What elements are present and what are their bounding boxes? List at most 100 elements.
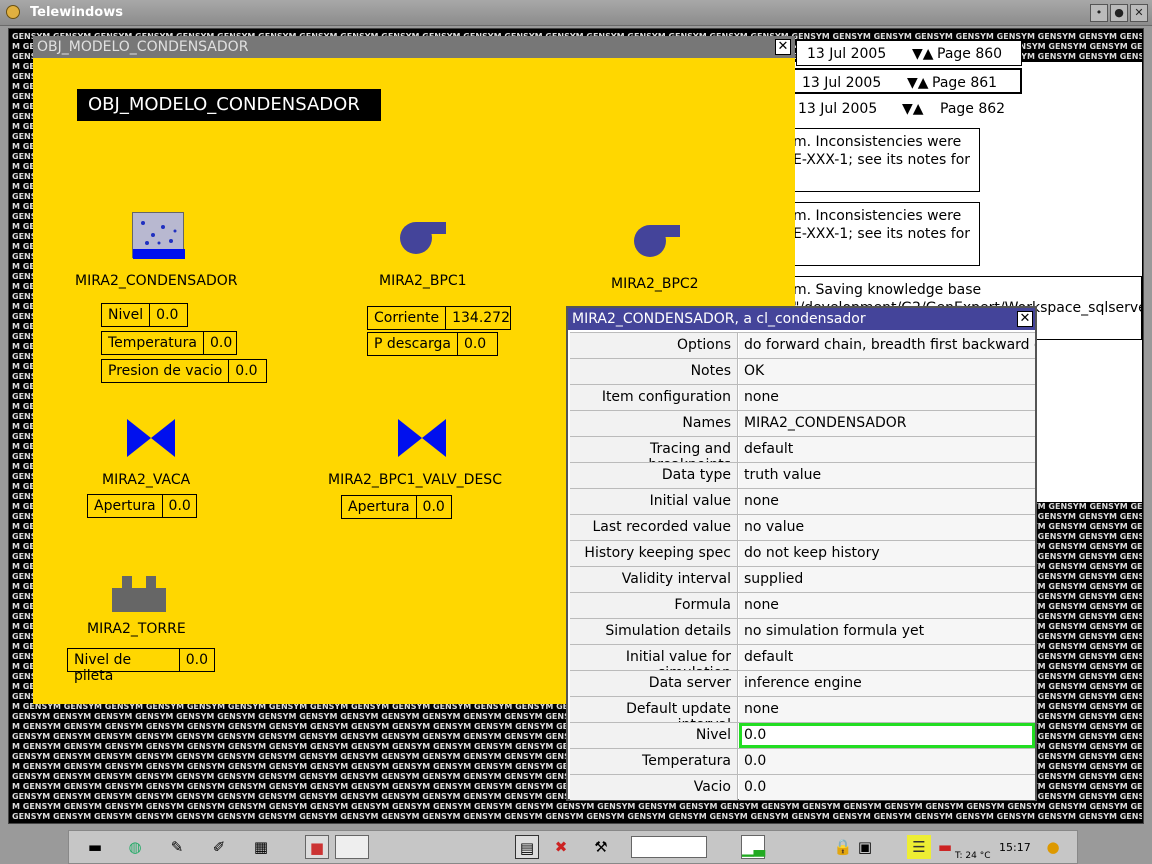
attribute-name: Formula: [570, 593, 738, 618]
attribute-name: Item configuration: [570, 385, 738, 410]
command-input[interactable]: [631, 836, 707, 858]
presion-vacio-readout[interactable]: Presion de vacio 0.0: [101, 359, 267, 383]
screen-icon[interactable]: ▣: [853, 835, 877, 859]
network-icon[interactable]: ▦: [249, 835, 273, 859]
valve-icon[interactable]: [127, 419, 175, 457]
page-number: Page 862: [940, 101, 1006, 117]
attribute-row[interactable]: Last recorded value no value: [570, 514, 1035, 540]
attribute-row[interactable]: Nivel 0.0: [570, 722, 1035, 748]
attribute-value[interactable]: do not keep history: [739, 541, 1035, 566]
note-line: E-XXX-1; see its notes for: [793, 152, 971, 168]
logbook-note[interactable]: m. Inconsistencies were E-XXX-1; see its…: [786, 202, 980, 266]
attribute-name: Data type: [570, 463, 738, 488]
attribute-table-title: MIRA2_CONDENSADOR, a cl_condensador: [572, 311, 866, 327]
attribute-name: Initial value for simulation: [570, 645, 738, 681]
corriente-readout[interactable]: Corriente 134.272: [367, 306, 511, 330]
attribute-value[interactable]: default: [739, 437, 1035, 462]
attribute-row[interactable]: Options do forward chain, breadth first b…: [570, 332, 1035, 358]
attribute-value[interactable]: 0.0: [739, 775, 1035, 800]
close-tool-icon[interactable]: ✖: [549, 835, 573, 859]
attribute-row[interactable]: Temperatura 0.0: [570, 748, 1035, 774]
attribute-row[interactable]: Notes OK: [570, 358, 1035, 384]
minimize-button[interactable]: •: [1090, 4, 1108, 22]
attribute-value[interactable]: truth value: [739, 463, 1035, 488]
attribute-value[interactable]: no simulation formula yet: [739, 619, 1035, 644]
flag-icon[interactable]: ▬: [933, 835, 957, 859]
window-titlebar: Telewindows • ● ✕: [0, 0, 1152, 26]
tower-icon[interactable]: [112, 576, 166, 612]
apertura-readout[interactable]: Apertura 0.0: [87, 494, 197, 518]
attribute-row[interactable]: Tracing and breakpointsdefault: [570, 436, 1035, 473]
page-scroll-arrows[interactable]: ▼▲: [912, 46, 934, 62]
close-window-button[interactable]: ✕: [1130, 4, 1148, 22]
attribute-row[interactable]: Validity interval supplied: [570, 566, 1035, 592]
attribute-row[interactable]: Default update intervalnone: [570, 696, 1035, 733]
temperatura-readout[interactable]: Temperatura 0.0: [101, 331, 237, 355]
attribute-value[interactable]: none: [739, 385, 1035, 410]
attribute-value[interactable]: 0.0: [739, 723, 1035, 748]
align-icon[interactable]: ☰: [907, 835, 931, 859]
empty-window-button[interactable]: [335, 835, 369, 859]
page-date: 13 Jul 2005: [802, 75, 882, 91]
close-table-button[interactable]: ✕: [1017, 311, 1033, 327]
attribute-value[interactable]: none: [739, 489, 1035, 514]
field-label: Temperatura: [102, 332, 204, 354]
page-number: Page 860: [937, 46, 1003, 62]
attribute-table[interactable]: MIRA2_CONDENSADOR, a cl_condensador ✕ Op…: [566, 306, 1037, 801]
attribute-row[interactable]: Item configuration none: [570, 384, 1035, 410]
logbook-page-862[interactable]: 13 Jul 2005 ▼▲ Page 862: [786, 96, 1142, 122]
pump-icon[interactable]: [398, 220, 448, 256]
field-value: 0.0: [235, 363, 258, 379]
field-value: 0.0: [156, 307, 179, 323]
attribute-value[interactable]: none: [739, 697, 1035, 722]
attribute-value[interactable]: MIRA2_CONDENSADOR: [739, 411, 1035, 436]
condenser-icon[interactable]: [132, 212, 185, 259]
media-icon[interactable]: ▤: [515, 835, 539, 859]
attribute-name: Nivel: [570, 723, 738, 748]
logbook-page-860[interactable]: 13 Jul 2005 ▼▲ Page 860: [796, 40, 1022, 66]
attribute-row[interactable]: Formula none: [570, 592, 1035, 618]
attribute-value[interactable]: OK: [739, 359, 1035, 384]
attribute-row[interactable]: Simulation details no simulation formula …: [570, 618, 1035, 644]
attribute-row[interactable]: History keeping spec do not keep history: [570, 540, 1035, 566]
vaca-label: MIRA2_VACA: [102, 472, 191, 488]
note-line: m. Inconsistencies were: [793, 208, 962, 224]
pump-icon[interactable]: [632, 223, 682, 259]
attribute-row[interactable]: Initial value none: [570, 488, 1035, 514]
attribute-value[interactable]: no value: [739, 515, 1035, 540]
attribute-value[interactable]: default: [739, 645, 1035, 670]
page-scroll-arrows[interactable]: ▼▲: [902, 101, 924, 117]
lock-icon[interactable]: 🔒: [831, 835, 855, 859]
attribute-value[interactable]: inference engine: [739, 671, 1035, 696]
maximize-button[interactable]: ●: [1110, 4, 1128, 22]
nivel-readout[interactable]: Nivel 0.0: [101, 303, 188, 327]
attribute-value[interactable]: supplied: [739, 567, 1035, 592]
pencil-icon[interactable]: ✎: [165, 835, 189, 859]
tools-icon[interactable]: ⚒: [589, 835, 613, 859]
p-descarga-readout[interactable]: P descarga 0.0: [367, 332, 498, 356]
attribute-value[interactable]: 0.0: [739, 749, 1035, 774]
attribute-row[interactable]: Names MIRA2_CONDENSADOR: [570, 410, 1035, 436]
traffic-light-icon[interactable]: ●: [1041, 835, 1065, 859]
field-value: 0.0: [463, 336, 487, 352]
logbook-note[interactable]: m. Inconsistencies were E-XXX-1; see its…: [786, 128, 980, 192]
attribute-row[interactable]: Initial value for simulationdefault: [570, 644, 1035, 681]
bpc2-label: MIRA2_BPC2: [611, 276, 699, 292]
folder-icon[interactable]: ▬: [83, 835, 107, 859]
close-workspace-button[interactable]: ✕: [775, 39, 791, 55]
attribute-value[interactable]: do forward chain, breadth first backward…: [739, 333, 1035, 358]
valve-icon[interactable]: [398, 419, 446, 457]
attribute-name: History keeping spec: [570, 541, 738, 566]
attribute-value[interactable]: none: [739, 593, 1035, 618]
edit-icon[interactable]: ✐: [207, 835, 231, 859]
attribute-row[interactable]: Data type truth value: [570, 462, 1035, 488]
apertura-readout[interactable]: Apertura 0.0: [341, 495, 452, 519]
attribute-row[interactable]: Vacio 0.0: [570, 774, 1035, 800]
app-window-button[interactable]: ■: [305, 835, 329, 859]
nivel-pileta-readout[interactable]: Nivel de pileta 0.0: [67, 648, 215, 684]
globe-icon[interactable]: ◍: [123, 835, 147, 859]
page-scroll-arrows[interactable]: ▼▲: [907, 75, 929, 91]
logbook-page-861[interactable]: 13 Jul 2005 ▼▲ Page 861: [790, 68, 1022, 94]
attribute-row[interactable]: Data server inference engine: [570, 670, 1035, 696]
app-menu-icon[interactable]: [6, 5, 20, 19]
